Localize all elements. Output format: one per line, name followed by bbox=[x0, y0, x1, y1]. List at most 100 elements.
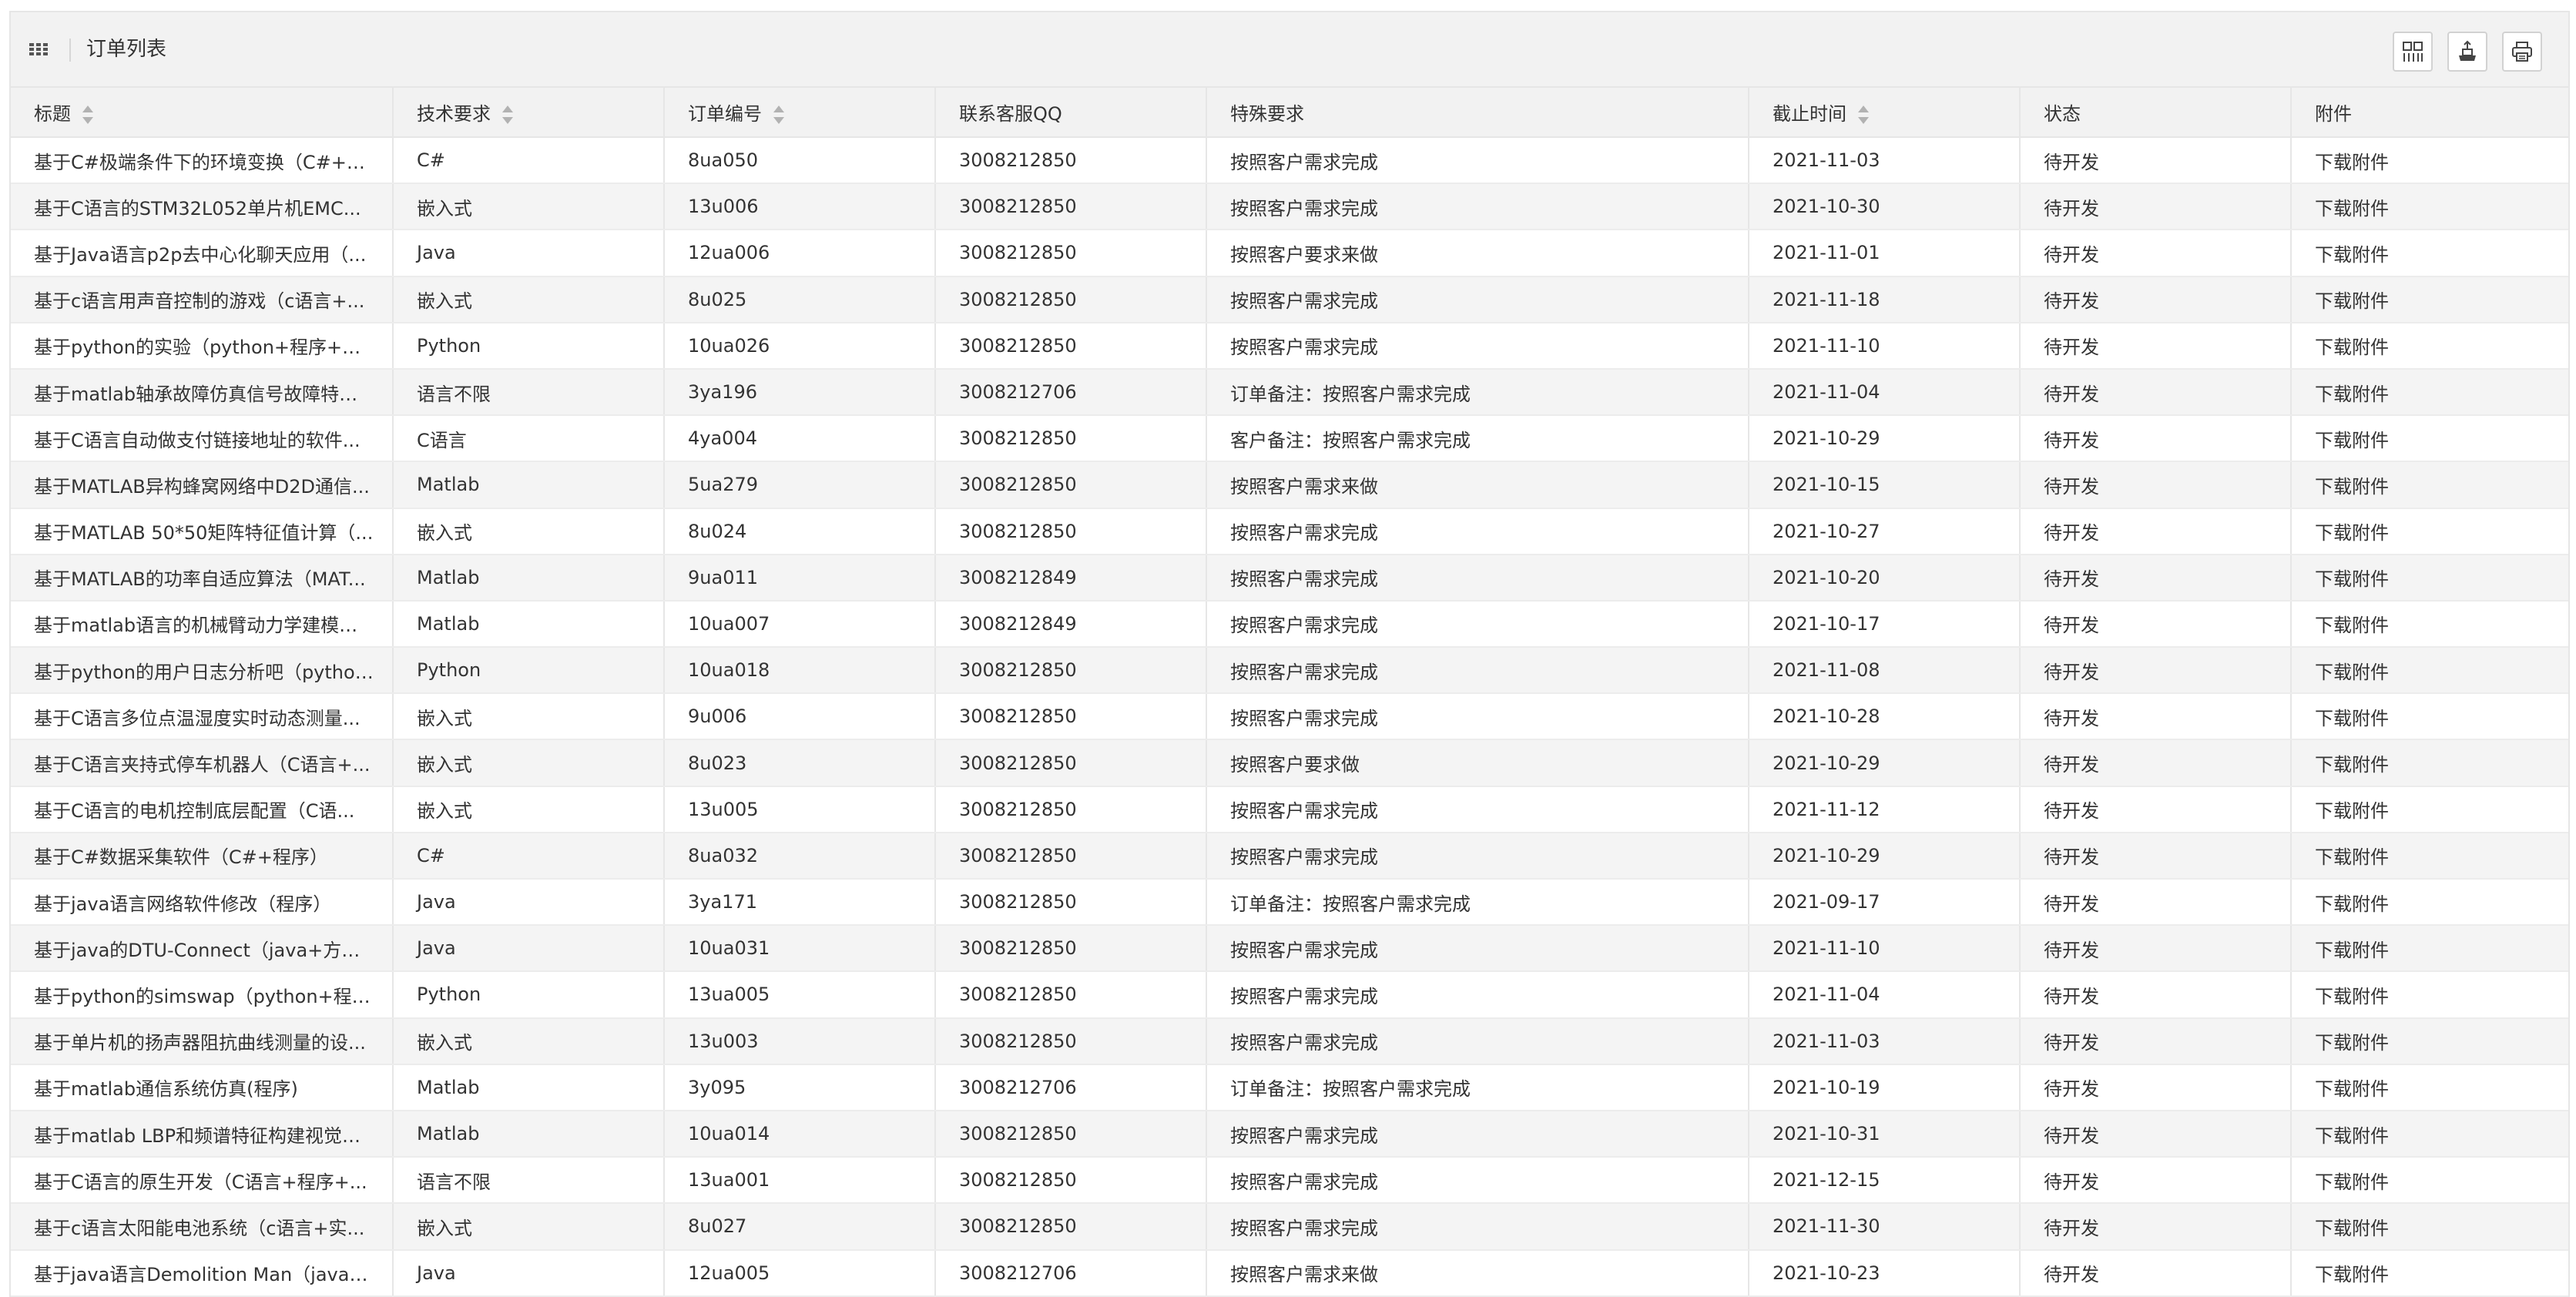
table-header-row: 标题 技术要求 订单编号 联系客服QQ 特殊要求 截止时间 状态 附件 bbox=[11, 88, 2568, 138]
attachment-link[interactable]: 下载附件 bbox=[2291, 508, 2568, 555]
attachment-link[interactable]: 下载附件 bbox=[2291, 276, 2568, 323]
sort-icon[interactable] bbox=[82, 104, 94, 126]
status-cell: 待开发 bbox=[2020, 1203, 2292, 1251]
attachment-link[interactable]: 下载附件 bbox=[2291, 183, 2568, 231]
deadline-cell: 2021-11-01 bbox=[1749, 230, 2021, 277]
columns-filter-button[interactable] bbox=[2393, 32, 2433, 72]
table-row[interactable]: 基于matlab轴承故障仿真信号故障特征... 语言不限 3ya196 3008212… bbox=[11, 368, 2568, 417]
special-cell: 按照客户需求完成 bbox=[1206, 183, 1749, 231]
title-cell: 基于python的simswap（python+程序... bbox=[11, 971, 394, 1019]
attachment-link[interactable]: 下载附件 bbox=[2291, 415, 2568, 463]
attachment-link[interactable]: 下载附件 bbox=[2291, 1157, 2568, 1205]
table-row[interactable]: 基于java语言网络软件修改（程序） Java 3ya171 3008212850 订单… bbox=[11, 879, 2568, 927]
order-no-cell: 10ua026 bbox=[664, 322, 936, 370]
qq-cell: 3008212850 bbox=[935, 786, 1207, 833]
order-no-cell: 13ua005 bbox=[664, 971, 936, 1019]
attachment-link[interactable]: 下载附件 bbox=[2291, 1249, 2568, 1297]
column-header-deadline[interactable]: 截止时间 bbox=[1749, 88, 2021, 138]
tech-cell: Java bbox=[393, 879, 665, 927]
table-row[interactable]: 基于matlab语言的机械臂动力学建模（... Matlab 10ua007 3008… bbox=[11, 600, 2568, 648]
header-divider bbox=[69, 39, 71, 62]
qq-cell: 3008212850 bbox=[935, 693, 1207, 741]
attachment-link[interactable]: 下载附件 bbox=[2291, 230, 2568, 277]
table-row[interactable]: 基于C语言的原生开发（C语言+程序+... 语言不限 13ua001 30082128… bbox=[11, 1157, 2568, 1205]
tech-cell: C语言 bbox=[393, 415, 665, 463]
attachment-link[interactable]: 下载附件 bbox=[2291, 879, 2568, 927]
attachment-link[interactable]: 下载附件 bbox=[2291, 925, 2568, 973]
table-row[interactable]: 基于matlab LBP和频谱特征构建视觉融... Matlab 10ua014 30… bbox=[11, 1110, 2568, 1158]
attachment-link[interactable]: 下载附件 bbox=[2291, 137, 2568, 185]
table-row[interactable]: 基于matlab通信系统仿真(程序) Matlab 3y095 3008212706 订… bbox=[11, 1064, 2568, 1111]
export-button[interactable] bbox=[2447, 32, 2487, 72]
print-button[interactable] bbox=[2502, 32, 2542, 72]
table-row[interactable]: 基于C语言的电机控制底层配置（C语... 嵌入式 13u005 3008212850 按… bbox=[11, 786, 2568, 833]
qq-cell: 3008212850 bbox=[935, 508, 1207, 555]
special-cell: 按照客户需求完成 bbox=[1206, 1110, 1749, 1158]
attachment-link[interactable]: 下载附件 bbox=[2291, 322, 2568, 370]
table-row[interactable]: 基于python的用户日志分析吧（python... Python 10ua018 3… bbox=[11, 647, 2568, 695]
special-cell: 按照客户需求完成 bbox=[1206, 600, 1749, 648]
order-no-cell: 10ua014 bbox=[664, 1110, 936, 1158]
tech-cell: Matlab bbox=[393, 600, 665, 648]
sort-icon[interactable] bbox=[501, 104, 514, 126]
special-cell: 按照客户需求完成 bbox=[1206, 693, 1749, 741]
attachment-link[interactable]: 下载附件 bbox=[2291, 971, 2568, 1019]
qq-cell: 3008212706 bbox=[935, 1064, 1207, 1111]
attachment-link[interactable]: 下载附件 bbox=[2291, 739, 2568, 787]
attachment-link[interactable]: 下载附件 bbox=[2291, 832, 2568, 880]
attachment-link[interactable]: 下载附件 bbox=[2291, 693, 2568, 741]
table-row[interactable]: 基于c语言用声音控制的游戏（c语言+... 嵌入式 8u025 3008212850 按… bbox=[11, 276, 2568, 323]
attachment-link[interactable]: 下载附件 bbox=[2291, 647, 2568, 695]
table-row[interactable]: 基于python的simswap（python+程序... Python 13ua0… bbox=[11, 971, 2568, 1019]
attachment-link[interactable]: 下载附件 bbox=[2291, 1064, 2568, 1111]
attachment-link[interactable]: 下载附件 bbox=[2291, 1203, 2568, 1251]
order-no-cell: 13u006 bbox=[664, 183, 936, 231]
status-cell: 待开发 bbox=[2020, 508, 2292, 555]
qq-cell: 3008212850 bbox=[935, 832, 1207, 880]
table-row[interactable]: 基于Java语言p2p去中心化聊天应用（... Java 12ua006 300821… bbox=[11, 230, 2568, 277]
attachment-link[interactable]: 下载附件 bbox=[2291, 554, 2568, 602]
attachment-link[interactable]: 下载附件 bbox=[2291, 461, 2568, 509]
grid-menu-icon[interactable] bbox=[29, 43, 48, 55]
deadline-cell: 2021-11-10 bbox=[1749, 322, 2021, 370]
panel-header: 订单列表 bbox=[11, 12, 2568, 88]
title-cell: 基于c语言用声音控制的游戏（c语言+... bbox=[11, 276, 394, 323]
table-row[interactable]: 基于单片机的扬声器阻抗曲线测量的设... 嵌入式 13u003 3008212850 按… bbox=[11, 1017, 2568, 1065]
table-row[interactable]: 基于C语言的STM32L052单片机EMC... 嵌入式 13u006 3008212… bbox=[11, 183, 2568, 231]
table-row[interactable]: 基于C语言夹持式停车机器人（C语言+... 嵌入式 8u023 3008212850 按… bbox=[11, 739, 2568, 787]
status-cell: 待开发 bbox=[2020, 368, 2292, 417]
column-header-special: 特殊要求 bbox=[1206, 88, 1749, 138]
tech-cell: Java bbox=[393, 230, 665, 277]
status-cell: 待开发 bbox=[2020, 230, 2292, 277]
attachment-link[interactable]: 下载附件 bbox=[2291, 368, 2568, 417]
table-row[interactable]: 基于C语言多位点温湿度实时动态测量... 嵌入式 9u006 3008212850 按照… bbox=[11, 693, 2568, 741]
deadline-cell: 2021-09-17 bbox=[1749, 879, 2021, 927]
table-row[interactable]: 基于python的实验（python+程序+方... Python 10ua026 3… bbox=[11, 322, 2568, 370]
attachment-link[interactable]: 下载附件 bbox=[2291, 1017, 2568, 1065]
qq-cell: 3008212849 bbox=[935, 600, 1207, 648]
deadline-cell: 2021-10-20 bbox=[1749, 554, 2021, 602]
tech-cell: 语言不限 bbox=[393, 1157, 665, 1205]
table-row[interactable]: 基于MATLAB异构蜂窝网络中D2D通信... Matlab 5ua279 30082… bbox=[11, 461, 2568, 509]
status-cell: 待开发 bbox=[2020, 786, 2292, 833]
attachment-link[interactable]: 下载附件 bbox=[2291, 600, 2568, 648]
column-header-title[interactable]: 标题 bbox=[11, 88, 394, 138]
column-header-tech[interactable]: 技术要求 bbox=[393, 88, 665, 138]
title-cell: 基于python的用户日志分析吧（python... bbox=[11, 647, 394, 695]
sort-icon[interactable] bbox=[773, 104, 785, 126]
table-row[interactable]: 基于C#极端条件下的环境变换（C#+程... C# 8ua050 3008212850… bbox=[11, 137, 2568, 185]
special-cell: 按照客户需求完成 bbox=[1206, 786, 1749, 833]
table-row[interactable]: 基于MATLAB 50*50矩阵特征值计算（... 嵌入式 8u024 3008212… bbox=[11, 508, 2568, 555]
attachment-link[interactable]: 下载附件 bbox=[2291, 786, 2568, 833]
table-row[interactable]: 基于java语言Demolition Man（java+方... Java 12ua… bbox=[11, 1249, 2568, 1297]
qq-cell: 3008212850 bbox=[935, 1110, 1207, 1158]
table-row[interactable]: 基于C语言自动做支付链接地址的软件... C语言 4ya004 3008212850 客… bbox=[11, 415, 2568, 463]
table-row[interactable]: 基于MATLAB的功率自适应算法（MAT... Matlab 9ua011 30082… bbox=[11, 554, 2568, 602]
column-header-label: 联系客服QQ bbox=[959, 103, 1062, 125]
table-row[interactable]: 基于c语言太阳能电池系统（c语言+实... 嵌入式 8u027 3008212850 按… bbox=[11, 1203, 2568, 1251]
table-row[interactable]: 基于java的DTU-Connect（java+方案+... Java 10ua03… bbox=[11, 925, 2568, 973]
table-row[interactable]: 基于C#数据采集软件（C#+程序） C# 8ua032 3008212850 按照客户需… bbox=[11, 832, 2568, 880]
attachment-link[interactable]: 下载附件 bbox=[2291, 1110, 2568, 1158]
sort-icon[interactable] bbox=[1857, 104, 1870, 126]
column-header-order-no[interactable]: 订单编号 bbox=[664, 88, 936, 138]
